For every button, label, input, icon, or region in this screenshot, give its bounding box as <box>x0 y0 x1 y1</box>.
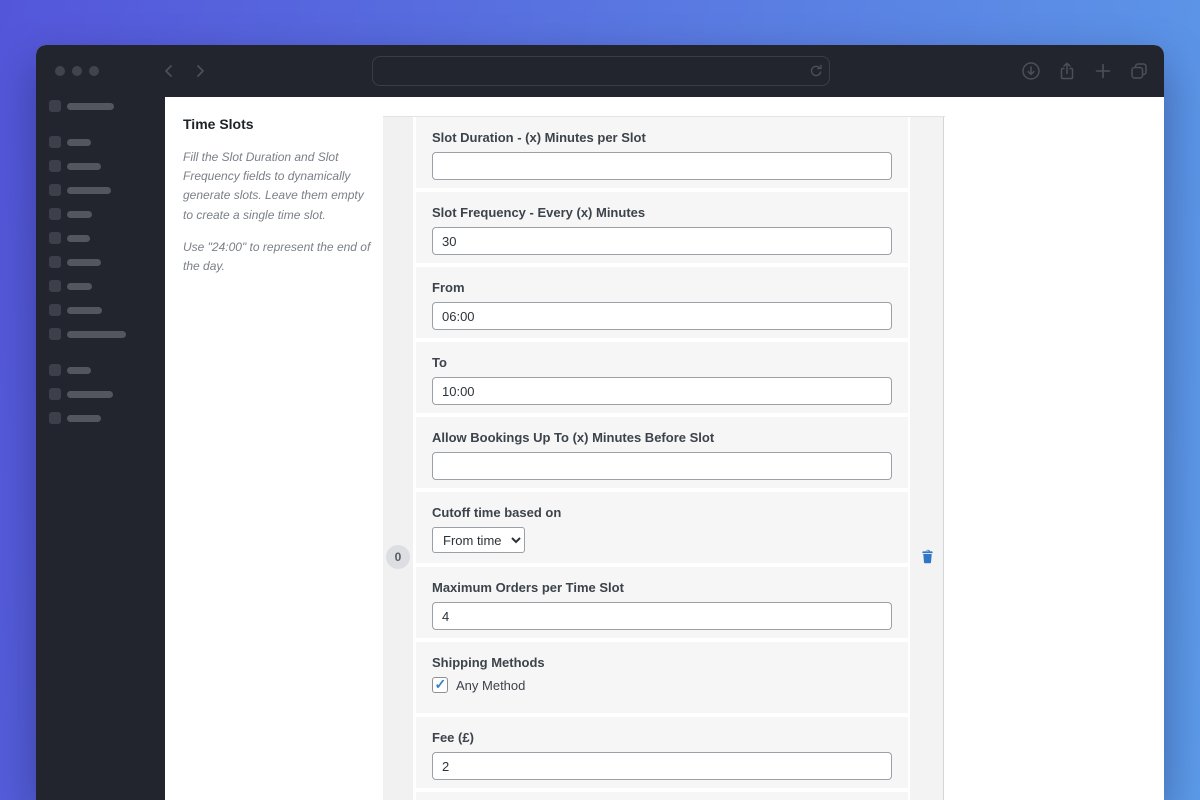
menu-icon-placeholder <box>49 412 61 424</box>
reload-icon[interactable] <box>808 63 824 84</box>
field-label: Cutoff time based on <box>432 505 562 520</box>
field-label: Slot Frequency - Every (x) Minutes <box>432 205 646 220</box>
menu-label-placeholder <box>67 282 92 290</box>
toolbar-actions <box>1021 61 1149 81</box>
section-description-2: Use "24:00" to represent the end of the … <box>183 239 371 273</box>
menu-icon-placeholder <box>49 160 61 172</box>
from-time-input[interactable] <box>432 302 892 330</box>
page-content: Time Slots Fill the Slot Duration and Sl… <box>165 97 1164 800</box>
field-group-cutoff-basis: Cutoff time based on From time <box>416 492 908 563</box>
field-label: Fee (£) <box>432 730 474 745</box>
menu-icon-placeholder <box>49 388 61 400</box>
time-slot-row: 0 Slot Duration - (x) Minutes per Slot S… <box>383 116 945 800</box>
field-group-next-partial <box>416 792 908 800</box>
shipping-method-option: Any Method <box>432 676 892 693</box>
field-group-slot-duration: Slot Duration - (x) Minutes per Slot <box>416 117 908 188</box>
forward-icon[interactable] <box>193 64 207 78</box>
menu-label-placeholder <box>67 210 92 218</box>
field-group-to: To <box>416 342 908 413</box>
menu-label-placeholder <box>67 138 91 146</box>
menu-icon-placeholder <box>49 280 61 292</box>
slot-duration-input[interactable] <box>432 152 892 180</box>
any-method-checkbox[interactable] <box>432 676 448 693</box>
cutoff-basis-select[interactable]: From time <box>432 527 525 553</box>
section-title: Time Slots <box>183 116 254 132</box>
menu-icon-placeholder <box>49 184 61 196</box>
menu-icon-placeholder <box>49 304 61 316</box>
tabs-icon[interactable] <box>1129 61 1149 81</box>
max-orders-input[interactable] <box>432 602 892 630</box>
field-label: From <box>432 280 465 295</box>
menu-label-placeholder <box>67 390 113 398</box>
trash-icon[interactable] <box>918 548 936 566</box>
menu-label-placeholder <box>67 366 91 374</box>
sidebar-menu-item-placeholder[interactable] <box>49 328 165 340</box>
sidebar-menu-item-placeholder[interactable] <box>49 184 165 196</box>
sidebar-menu-item-placeholder[interactable] <box>49 280 165 292</box>
field-group-fee: Fee (£) <box>416 717 908 788</box>
field-label: To <box>432 355 447 370</box>
traffic-lights <box>55 66 99 76</box>
sidebar-menu-item-placeholder[interactable] <box>49 136 165 148</box>
menu-icon-placeholder <box>49 100 61 112</box>
sidebar-menu-item-placeholder[interactable] <box>49 160 165 172</box>
field-group-booking-cutoff: Allow Bookings Up To (x) Minutes Before … <box>416 417 908 488</box>
sidebar-menu-item-placeholder[interactable] <box>49 412 165 424</box>
row-index-badge: 0 <box>386 545 410 569</box>
menu-label-placeholder <box>67 162 101 170</box>
admin-sidebar <box>36 97 165 800</box>
slot-fields-column: Slot Duration - (x) Minutes per Slot Slo… <box>416 117 908 800</box>
field-label: Allow Bookings Up To (x) Minutes Before … <box>432 430 715 445</box>
minutes-before-slot-input[interactable] <box>432 452 892 480</box>
back-icon[interactable] <box>162 64 176 78</box>
window-minimize-icon[interactable] <box>72 66 82 76</box>
sidebar-menu-item-placeholder[interactable] <box>49 208 165 220</box>
checkbox-label: Any Method <box>456 677 526 693</box>
sidebar-menu-item-placeholder[interactable] <box>49 100 165 112</box>
window-close-icon[interactable] <box>55 66 65 76</box>
row-actions-column <box>910 117 944 800</box>
section-description-1: Fill the Slot Duration and Slot Frequenc… <box>183 150 364 222</box>
sidebar-menu-item-placeholder[interactable] <box>49 256 165 268</box>
field-group-from: From <box>416 267 908 338</box>
menu-icon-placeholder <box>49 232 61 244</box>
slot-frequency-input[interactable] <box>432 227 892 255</box>
row-index-column: 0 <box>383 117 413 800</box>
browser-toolbar <box>36 45 1164 97</box>
sidebar-menu-item-placeholder[interactable] <box>49 304 165 316</box>
share-icon[interactable] <box>1057 61 1077 81</box>
menu-label-placeholder <box>67 414 101 422</box>
to-time-input[interactable] <box>432 377 892 405</box>
menu-icon-placeholder <box>49 364 61 376</box>
menu-label-placeholder <box>67 330 126 338</box>
browser-window: Time Slots Fill the Slot Duration and Sl… <box>36 45 1164 800</box>
menu-icon-placeholder <box>49 328 61 340</box>
menu-label-placeholder <box>67 102 114 110</box>
menu-icon-placeholder <box>49 208 61 220</box>
sidebar-menu-item-placeholder[interactable] <box>49 232 165 244</box>
menu-label-placeholder <box>67 234 90 242</box>
address-bar[interactable] <box>372 56 830 86</box>
menu-label-placeholder <box>67 186 111 194</box>
field-label: Shipping Methods <box>432 655 545 670</box>
field-group-shipping-methods: Shipping Methods Any Method <box>416 642 908 713</box>
field-group-slot-frequency: Slot Frequency - Every (x) Minutes <box>416 192 908 263</box>
menu-icon-placeholder <box>49 136 61 148</box>
sidebar-menu-item-placeholder[interactable] <box>49 364 165 376</box>
field-label: Maximum Orders per Time Slot <box>432 580 624 595</box>
section-explainer: Time Slots Fill the Slot Duration and Sl… <box>183 116 373 289</box>
menu-icon-placeholder <box>49 256 61 268</box>
field-label: Slot Duration - (x) Minutes per Slot <box>432 130 646 145</box>
menu-label-placeholder <box>67 258 101 266</box>
window-zoom-icon[interactable] <box>89 66 99 76</box>
sidebar-menu-item-placeholder[interactable] <box>49 388 165 400</box>
field-group-max-orders: Maximum Orders per Time Slot <box>416 567 908 638</box>
fee-input[interactable] <box>432 752 892 780</box>
download-icon[interactable] <box>1021 61 1041 81</box>
new-tab-icon[interactable] <box>1093 61 1113 81</box>
menu-label-placeholder <box>67 306 102 314</box>
